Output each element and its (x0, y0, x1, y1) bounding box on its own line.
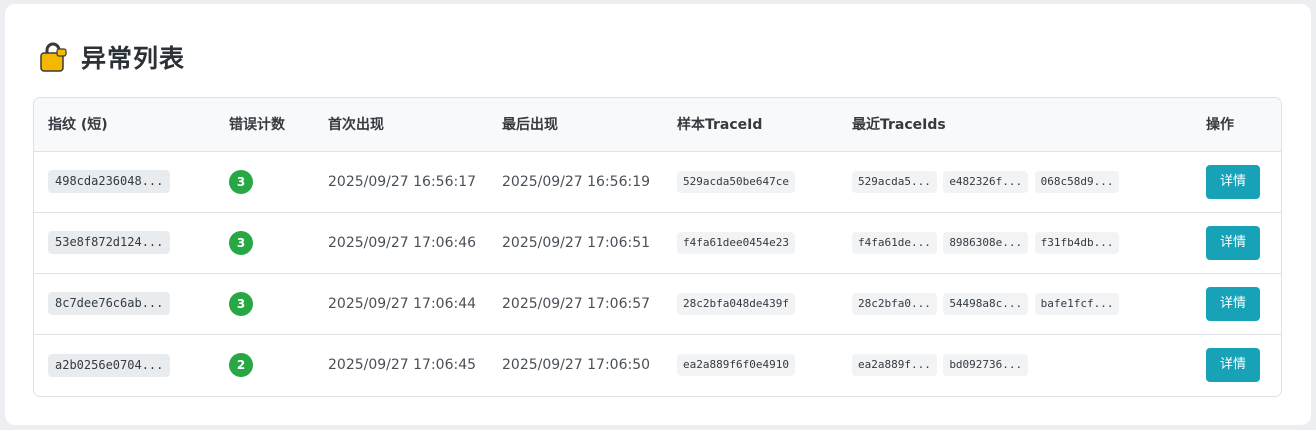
table-row: 53e8f872d124... 3 2025/09/27 17:06:46 20… (34, 212, 1281, 273)
error-count-badge: 3 (229, 291, 253, 316)
recent-traces-cell: 529acda5... e482326f... 068c58d9... (838, 151, 1192, 212)
column-header-sample-trace: 样本TraceId (663, 98, 838, 152)
recent-trace-code: ea2a889f... (852, 354, 937, 377)
fingerprint-code: a2b0256e0704... (48, 353, 171, 377)
lock-icon (37, 41, 69, 73)
recent-trace-code: 068c58d9... (1034, 170, 1120, 193)
error-count-badge: 3 (229, 169, 253, 194)
column-header-first-seen: 首次出现 (314, 98, 488, 152)
table-row: 8c7dee76c6ab... 3 2025/09/27 17:06:44 20… (34, 273, 1281, 334)
recent-traces-cell: ea2a889f... bd092736... (838, 334, 1192, 396)
fingerprint-code: 53e8f872d124... (48, 231, 171, 254)
last-seen-cell: 2025/09/27 17:06:51 (502, 234, 651, 251)
first-seen-cell: 2025/09/27 16:56:17 (328, 173, 477, 190)
error-count-badge: 3 (229, 230, 253, 255)
sample-trace-code: 529acda50be647ce (677, 170, 795, 193)
recent-trace-code: 529acda5... (852, 170, 937, 193)
page-title: 异常列表 (81, 44, 186, 73)
first-seen-cell: 2025/09/27 17:06:46 (328, 234, 477, 251)
first-seen-cell: 2025/09/27 17:06:45 (328, 357, 477, 374)
exception-list-card: 异常列表 指纹 (短) 错误计数 首次出现 最后出现 样本TraceId 最近T… (5, 4, 1311, 425)
column-header-error-count: 错误计数 (215, 98, 314, 152)
details-button[interactable]: 详情 (1206, 164, 1260, 199)
page-header: 异常列表 (37, 40, 185, 74)
recent-traces-cell: 28c2bfa0... 54498a8c... bafe1fcf... (838, 273, 1192, 334)
error-count-badge: 2 (229, 353, 253, 378)
last-seen-cell: 2025/09/27 17:06:57 (502, 295, 651, 312)
column-header-recent-traces: 最近TraceIds (838, 98, 1192, 152)
recent-trace-code: 28c2bfa0... (852, 292, 937, 315)
column-header-last-seen: 最后出现 (488, 98, 663, 152)
recent-traces-cell: f4fa61de... 8986308e... f31fb4db... (838, 212, 1192, 273)
recent-trace-code: 8986308e... (943, 231, 1029, 254)
column-header-fingerprint: 指纹 (短) (34, 98, 215, 152)
fingerprint-code: 498cda236048... (48, 170, 171, 193)
recent-trace-code: f31fb4db... (1034, 231, 1120, 254)
details-button[interactable]: 详情 (1206, 348, 1260, 383)
table-row: a2b0256e0704... 2 2025/09/27 17:06:45 20… (34, 334, 1281, 396)
recent-trace-code: e482326f... (943, 170, 1029, 193)
fingerprint-code: 8c7dee76c6ab... (48, 292, 171, 315)
recent-trace-code: 54498a8c... (943, 292, 1029, 315)
table-header-row: 指纹 (短) 错误计数 首次出现 最后出现 样本TraceId 最近TraceI… (34, 98, 1281, 152)
table-row: 498cda236048... 3 2025/09/27 16:56:17 20… (34, 151, 1281, 212)
recent-trace-code: bd092736... (943, 354, 1029, 377)
sample-trace-code: 28c2bfa048de439f (677, 292, 795, 315)
last-seen-cell: 2025/09/27 16:56:19 (502, 173, 651, 190)
exception-table: 指纹 (短) 错误计数 首次出现 最后出现 样本TraceId 最近TraceI… (33, 97, 1282, 397)
first-seen-cell: 2025/09/27 17:06:44 (328, 295, 477, 312)
details-button[interactable]: 详情 (1206, 286, 1260, 321)
details-button[interactable]: 详情 (1206, 225, 1260, 260)
column-header-actions: 操作 (1192, 98, 1281, 152)
recent-trace-code: f4fa61de... (852, 231, 937, 254)
last-seen-cell: 2025/09/27 17:06:50 (502, 357, 651, 374)
recent-trace-code: bafe1fcf... (1034, 292, 1120, 315)
sample-trace-code: ea2a889f6f0e4910 (677, 354, 795, 377)
sample-trace-code: f4fa61dee0454e23 (677, 231, 795, 254)
